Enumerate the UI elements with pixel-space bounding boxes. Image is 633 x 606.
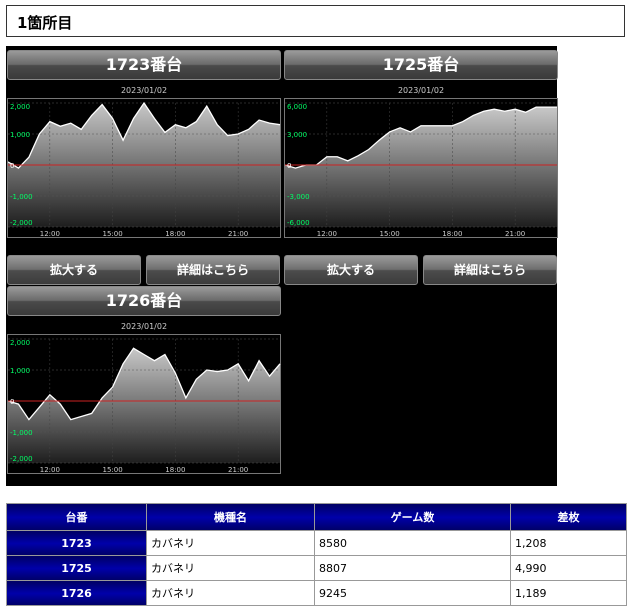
- machine-number-cell[interactable]: 1723: [6, 530, 147, 556]
- table-row: 1725 カバネリ 8807 4,990: [6, 555, 627, 581]
- y-tick-label: 2,000: [10, 339, 30, 347]
- zoom-button[interactable]: 拡大する: [284, 255, 418, 285]
- zoom-button[interactable]: 拡大する: [7, 255, 141, 285]
- y-tick-label: 0: [10, 398, 14, 406]
- chart-container: 6,000 3,000 0 -3,000 -6,000 12:00 15:00 18:00 21…: [284, 98, 558, 238]
- y-tick-label: -2,000: [10, 455, 33, 463]
- game-count-cell: 9245: [314, 580, 511, 606]
- machine-name-cell: カバネリ: [146, 555, 315, 581]
- machine-header[interactable]: 1726番台: [7, 286, 281, 316]
- machine-header[interactable]: 1725番台: [284, 50, 558, 80]
- section-title-box: 1箇所目: [6, 5, 625, 37]
- y-tick-label: -6,000: [287, 219, 310, 227]
- y-tick-label: 1,000: [10, 367, 30, 375]
- y-tick-label: -2,000: [10, 219, 33, 227]
- machine-number-cell[interactable]: 1725: [6, 555, 147, 581]
- x-tick-label: 18:00: [442, 230, 462, 238]
- difference-cell: 4,990: [510, 555, 627, 581]
- chart-svg: 2,000 1,000 0 -1,000 -2,000 12:00 15:00 18:00 21…: [8, 338, 281, 474]
- machine-name-cell: カバネリ: [146, 530, 315, 556]
- chart-container: 2,000 1,000 0 -1,000 -2,000 12:00 15:00 18:00 21…: [7, 98, 281, 238]
- x-tick-label: 12:00: [40, 466, 60, 474]
- y-tick-label: 0: [10, 162, 14, 170]
- y-tick-label: 3,000: [287, 131, 307, 139]
- chart-date: 2023/01/02: [120, 86, 168, 95]
- x-tick-label: 15:00: [103, 466, 123, 474]
- y-tick-label: -1,000: [10, 193, 33, 201]
- x-tick-label: 21:00: [505, 230, 525, 238]
- detail-button[interactable]: 詳細はこちら: [423, 255, 557, 285]
- col-header-machine-name: 機種名: [146, 503, 315, 531]
- machine-number-cell[interactable]: 1726: [6, 580, 147, 606]
- y-tick-label: 6,000: [287, 103, 307, 111]
- col-header-difference: 差枚: [510, 503, 627, 531]
- table-row: 1723 カバネリ 8580 1,208: [6, 530, 627, 556]
- game-count-cell: 8580: [314, 530, 511, 556]
- section-title: 1箇所目: [17, 14, 73, 32]
- detail-button[interactable]: 詳細はこちら: [146, 255, 280, 285]
- y-tick-label: 0: [287, 162, 291, 170]
- col-header-machine-number: 台番: [6, 503, 147, 531]
- machine-name-cell: カバネリ: [146, 580, 315, 606]
- difference-cell: 1,208: [510, 530, 627, 556]
- chart-date: 2023/01/02: [120, 322, 168, 331]
- x-tick-label: 21:00: [228, 466, 248, 474]
- table-header-row: 台番 機種名 ゲーム数 差枚: [6, 503, 627, 531]
- chart-svg: 2,000 1,000 0 -1,000 -2,000 12:00 15:00 18:00 21…: [8, 101, 281, 238]
- difference-cell: 1,189: [510, 580, 627, 606]
- y-tick-label: 1,000: [10, 131, 30, 139]
- table-row: 1726 カバネリ 9245 1,189: [6, 580, 627, 606]
- x-tick-label: 15:00: [103, 230, 123, 238]
- summary-table: 台番 機種名 ゲーム数 差枚 1723 カバネリ 8580 1,208 1725…: [6, 503, 627, 606]
- x-tick-label: 18:00: [165, 466, 185, 474]
- x-tick-label: 12:00: [40, 230, 60, 238]
- x-tick-label: 18:00: [165, 230, 185, 238]
- x-tick-label: 21:00: [228, 230, 248, 238]
- col-header-game-count: ゲーム数: [314, 503, 511, 531]
- y-tick-label: -1,000: [10, 429, 33, 437]
- game-count-cell: 8807: [314, 555, 511, 581]
- chart-svg: 6,000 3,000 0 -3,000 -6,000 12:00 15:00 18:00 21…: [285, 102, 557, 238]
- y-tick-label: -3,000: [287, 193, 310, 201]
- y-tick-label: 2,000: [10, 103, 30, 111]
- chart-container: 2,000 1,000 0 -1,000 -2,000 12:00 15:00 18:00 21…: [7, 334, 281, 474]
- machine-graphs-panel: 1723番台 2023/01/02 2,000 1,000 0 -1,000 -2,00…: [6, 46, 558, 486]
- x-tick-label: 12:00: [317, 230, 337, 238]
- machine-header[interactable]: 1723番台: [7, 50, 281, 80]
- chart-date: 2023/01/02: [397, 86, 445, 95]
- x-tick-label: 15:00: [380, 230, 400, 238]
